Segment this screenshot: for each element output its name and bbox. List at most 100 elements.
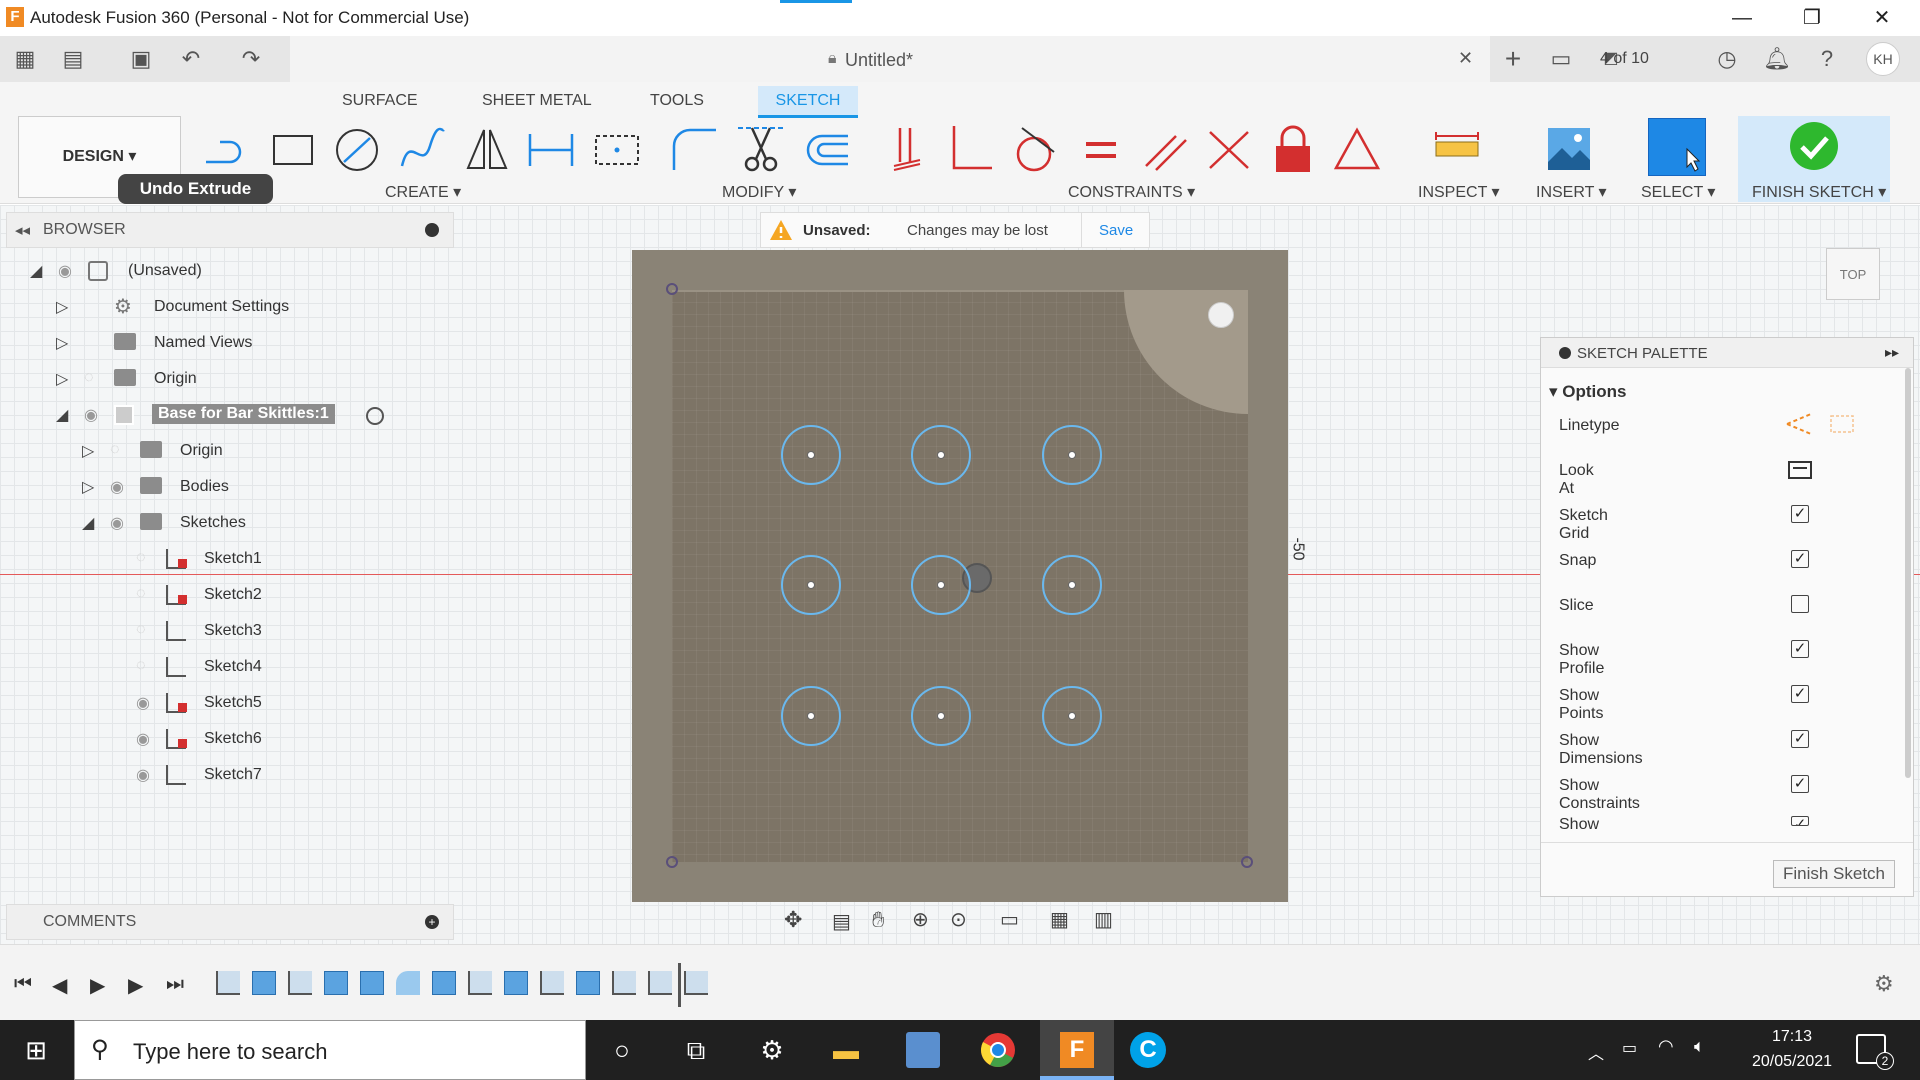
visibility-eye-icon[interactable]: ◌: [84, 369, 94, 387]
tab-tools[interactable]: TOOLS: [650, 92, 704, 110]
tab-sheet-metal[interactable]: SHEET METAL: [482, 92, 592, 110]
expand-toggle-icon[interactable]: ▷: [82, 441, 94, 461]
browser-row[interactable]: ▷ ⚙︎ Document Settings: [56, 291, 430, 325]
browser-row[interactable]: ▷ ◌ Origin: [56, 363, 430, 397]
file-menu-icon[interactable]: ▤: [58, 44, 88, 74]
dimension-tool-icon[interactable]: [524, 122, 578, 176]
equal-icon[interactable]: [1074, 122, 1128, 176]
pan-hand-icon[interactable]: ✋︎: [872, 907, 885, 933]
browser-row[interactable]: ▷ Named Views: [56, 327, 430, 361]
sketch-circle[interactable]: [1042, 425, 1102, 485]
extrude-feature-icon[interactable]: [576, 971, 600, 995]
volume-icon[interactable]: 🔈︎: [1694, 1036, 1705, 1057]
rectangle-tool-icon[interactable]: [266, 122, 320, 176]
undo-icon[interactable]: ↶: [176, 44, 206, 74]
cura-icon[interactable]: C: [1130, 1032, 1166, 1068]
browser-panel-header[interactable]: ◂◂ BROWSER: [6, 212, 454, 248]
visibility-eye-icon[interactable]: ◉: [110, 477, 124, 497]
extrude-feature-icon[interactable]: [504, 971, 528, 995]
triangle-constraint-icon[interactable]: [1330, 122, 1384, 176]
document-tab[interactable]: 🔒︎ Untitled* ✕: [290, 36, 1490, 82]
sketch-circle[interactable]: [781, 686, 841, 746]
fillet-tool-icon[interactable]: [668, 122, 722, 176]
browser-row[interactable]: ◌ Sketch1: [108, 543, 430, 577]
lock-constraint-icon[interactable]: [1266, 122, 1320, 176]
coincident-icon[interactable]: [1202, 122, 1256, 176]
offset-tool-icon[interactable]: [800, 122, 854, 176]
dimension-label[interactable]: -50: [1289, 537, 1307, 560]
mirror-tool-icon[interactable]: [460, 122, 514, 176]
modify-group-label[interactable]: MODIFY ▾: [722, 182, 796, 202]
extrude-feature-icon[interactable]: [432, 971, 456, 995]
help-icon[interactable]: ?: [1812, 44, 1842, 74]
palette-option-checkbox[interactable]: ✓: [1791, 816, 1809, 826]
look-at-nav-icon[interactable]: ▤: [832, 909, 851, 934]
timeline-last-icon[interactable]: ⏭︎: [166, 973, 184, 996]
file-explorer-icon[interactable]: ▬: [828, 1032, 864, 1068]
visibility-eye-icon[interactable]: ◌: [136, 621, 146, 639]
taskbar-search[interactable]: ⚲ Type here to search: [74, 1020, 586, 1080]
tab-count[interactable]: 4 of 10: [1600, 50, 1649, 68]
palette-option-checkbox[interactable]: ✓: [1791, 685, 1809, 703]
system-clock[interactable]: 17:13 20/05/2021: [1742, 1024, 1842, 1074]
select-arrow-icon[interactable]: [1648, 118, 1706, 176]
close-tab-button[interactable]: ✕: [1458, 48, 1473, 69]
browser-row[interactable]: ◌ Sketch4: [108, 651, 430, 685]
expand-toggle-icon[interactable]: ▷: [56, 297, 68, 317]
constraints-group-label[interactable]: CONSTRAINTS ▾: [1068, 182, 1195, 202]
save-link[interactable]: Save: [1099, 222, 1133, 239]
look-at-icon[interactable]: [1787, 456, 1813, 482]
expand-toggle-icon[interactable]: ◢: [56, 405, 68, 425]
zoom-icon[interactable]: ⊕: [912, 907, 929, 932]
visibility-eye-icon[interactable]: ◉: [136, 729, 150, 749]
new-tab-button[interactable]: +: [1498, 44, 1528, 74]
circle-center-point[interactable]: [1068, 581, 1076, 589]
tab-sketch[interactable]: SKETCH: [758, 86, 858, 118]
history-icon[interactable]: ◷: [1712, 44, 1742, 74]
sketch-circle[interactable]: [911, 555, 971, 615]
grid-settings-icon[interactable]: ▦: [1050, 907, 1069, 932]
inspect-group-label[interactable]: INSPECT ▾: [1418, 182, 1500, 202]
browser-row[interactable]: ▷ ◌ Origin: [82, 435, 430, 469]
settings-gear-icon[interactable]: ⚙︎: [754, 1032, 790, 1068]
fusion-taskbar-active[interactable]: F: [1040, 1020, 1114, 1080]
finish-sketch-button[interactable]: Finish Sketch: [1773, 860, 1895, 888]
sketch-feature-icon[interactable]: [684, 971, 708, 995]
expand-toggle-icon[interactable]: ◢: [82, 513, 94, 533]
sketch-circle[interactable]: [1042, 686, 1102, 746]
circle-center-point[interactable]: [937, 712, 945, 720]
corner-point[interactable]: [666, 856, 678, 868]
visibility-eye-icon[interactable]: ◌: [136, 585, 146, 603]
browser-row[interactable]: ◉ Sketch7: [108, 759, 430, 793]
sketch-feature-icon[interactable]: [216, 971, 240, 995]
sketch-feature-icon[interactable]: [540, 971, 564, 995]
start-windows-icon[interactable]: ⊞: [18, 1032, 54, 1068]
redo-icon[interactable]: ↷: [236, 44, 266, 74]
minimize-button[interactable]: —: [1712, 0, 1772, 36]
line-tool-icon[interactable]: [200, 122, 254, 176]
browser-row[interactable]: ◌ Sketch3: [108, 615, 430, 649]
expand-toggle-icon[interactable]: ◢: [30, 261, 42, 281]
create-group-label[interactable]: CREATE ▾: [385, 182, 461, 202]
palette-option-checkbox[interactable]: ✓: [1791, 505, 1809, 523]
extrude-feature-icon[interactable]: [252, 971, 276, 995]
expand-toggle-icon[interactable]: ▷: [82, 477, 94, 497]
circle-center-point[interactable]: [1068, 451, 1076, 459]
comments-panel-header[interactable]: COMMENTS +: [6, 904, 454, 940]
palette-option-checkbox[interactable]: ✓: [1791, 640, 1809, 658]
sketch-circle[interactable]: [911, 425, 971, 485]
expand-toggle-icon[interactable]: ▷: [56, 333, 68, 353]
browser-row[interactable]: ◢ ◉ Sketches: [82, 507, 430, 541]
display-settings-icon[interactable]: ▭: [1000, 907, 1019, 932]
fit-icon[interactable]: ⊙: [950, 907, 967, 932]
save-icon[interactable]: ▣: [126, 44, 156, 74]
browser-row[interactable]: ◉ Sketch5: [108, 687, 430, 721]
timeline-next-icon[interactable]: ▶︎: [128, 973, 143, 998]
timeline-settings-gear-icon[interactable]: ⚙︎: [1874, 971, 1894, 997]
select-group-label[interactable]: SELECT ▾: [1641, 182, 1715, 202]
visibility-eye-icon[interactable]: ◌: [136, 549, 146, 567]
timeline-first-icon[interactable]: ⏮︎: [14, 973, 32, 996]
measure-ruler-icon[interactable]: [1430, 122, 1484, 176]
cortana-icon[interactable]: ○: [604, 1032, 640, 1068]
browser-row[interactable]: ◢ ◉ Base for Bar Skittles:1: [56, 399, 430, 433]
